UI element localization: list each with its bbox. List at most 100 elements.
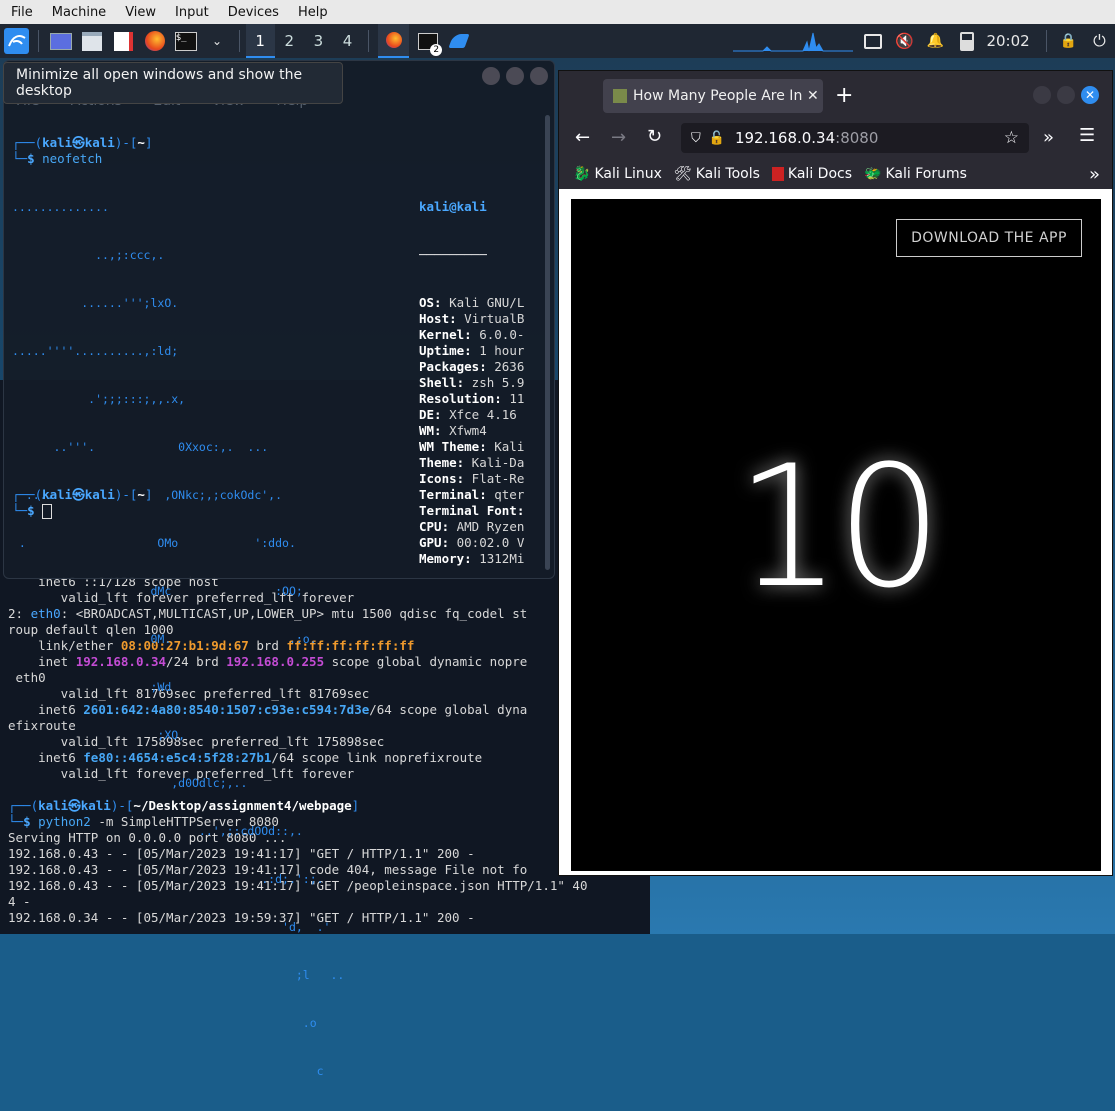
info-row: GPU: 00:02.0 V [419, 535, 549, 551]
url-bar[interactable]: ⛉ 🔓 192.168.0.34:8080 ☆ [681, 123, 1029, 153]
workspace-4[interactable]: 4 [333, 24, 362, 58]
taskbar-firefox-icon[interactable] [377, 24, 410, 58]
info-key: Resolution: [419, 391, 502, 406]
info-key: OS: [419, 295, 442, 310]
kali-docs-icon [771, 167, 784, 181]
overflow-chevron-icon[interactable]: » [1043, 127, 1054, 148]
download-app-button[interactable]: DOWNLOAD THE APP [896, 219, 1082, 257]
info-key: Terminal: [419, 487, 487, 502]
info-row: Uptime: 1 hour [419, 343, 549, 359]
page-viewport: DOWNLOAD THE APP 10 [559, 189, 1112, 875]
command: neofetch [42, 151, 103, 166]
terminal-window-front[interactable]: File Actions Edit View Help ┌──(kali㉿kal… [3, 60, 555, 1078]
file-manager-icon[interactable] [79, 28, 104, 54]
terminal-icon[interactable]: $_ [173, 28, 198, 54]
top-panel: $_ ⌄ 1 2 3 4 2 🔇 🔔 20:02 🔒 ⏻ [0, 24, 1115, 58]
notification-bell-icon[interactable]: 🔔 [923, 28, 948, 54]
info-value: VirtualB [456, 311, 525, 326]
minimize-button[interactable] [482, 67, 500, 85]
clock[interactable]: 20:02 [986, 32, 1029, 50]
workspace-3[interactable]: 3 [304, 24, 333, 58]
chevron-down-icon[interactable]: ⌄ [204, 28, 229, 54]
firefox-icon[interactable] [142, 28, 167, 54]
browser-tab[interactable]: How Many People Are In S ✕ [603, 79, 823, 113]
forward-button[interactable]: → [611, 127, 626, 148]
back-button[interactable]: ← [575, 127, 590, 148]
info-value: 6.0.0- [471, 327, 525, 342]
app-icon[interactable] [446, 28, 471, 54]
maximize-button[interactable] [1057, 86, 1075, 104]
shield-icon: ⛉ [691, 130, 701, 146]
menu-file[interactable]: File [0, 5, 41, 20]
text: /64 scope global dyna [369, 702, 528, 717]
logo-line: 'd, .' [12, 920, 331, 934]
logo-line: 0M. .:o. [12, 632, 317, 646]
bookmark-star-icon[interactable]: ☆ [1004, 128, 1019, 148]
info-value: Flat-Re [464, 471, 525, 486]
workspace-1[interactable]: 1 [245, 24, 275, 58]
info-value: zsh 5.9 [464, 375, 525, 390]
url-host: 192.168.0.34 [734, 129, 836, 147]
info-value: 2636 [486, 359, 525, 374]
text-editor-icon[interactable] [111, 28, 136, 54]
info-value: Kali [486, 439, 525, 454]
display-icon[interactable] [861, 28, 886, 54]
info-key: Memory: [419, 551, 472, 566]
minimize-button[interactable] [1033, 86, 1051, 104]
menu-input[interactable]: Input [164, 5, 217, 20]
info-row: Kernel: 6.0.0- [419, 327, 549, 343]
bookmark-kali-docs[interactable]: Kali Docs [788, 166, 852, 182]
info-row: WM: Xfwm4 [419, 423, 549, 439]
logo-line: ;l .. [12, 968, 345, 982]
host-menubar: File Machine View Input Devices Help [0, 0, 1115, 25]
bookmark-kali-forums[interactable]: Kali Forums [885, 166, 966, 182]
new-tab-button[interactable]: + [835, 83, 853, 108]
close-button[interactable] [530, 67, 548, 85]
info-row: Memory: 1312Mi [419, 551, 549, 567]
menu-devices[interactable]: Devices [217, 5, 287, 20]
taskbar-terminal-icon[interactable]: 2 [415, 28, 443, 56]
kali-menu-icon[interactable] [4, 28, 30, 54]
terminal-count-badge: 2 [430, 44, 443, 56]
info-key: GPU: [419, 535, 450, 550]
info-key: Uptime: [419, 343, 472, 358]
menu-view[interactable]: View [114, 5, 164, 20]
show-desktop-icon[interactable] [48, 28, 73, 54]
menu-help[interactable]: Help [287, 5, 336, 20]
maximize-button[interactable] [506, 67, 524, 85]
info-list: OS: Kali GNU/L Host: VirtualB Kernel: 6.0.… [419, 295, 549, 567]
volume-muted-icon[interactable]: 🔇 [892, 28, 917, 54]
info-value: Kali GNU/L [441, 295, 525, 310]
info-row: Terminal Font: [419, 503, 549, 519]
menu-hamburger-icon[interactable]: ☰ [1079, 125, 1095, 146]
info-key: Packages: [419, 359, 487, 374]
battery-icon[interactable] [954, 28, 979, 54]
bookmark-kali-linux[interactable]: Kali Linux [594, 166, 661, 182]
info-value: qter [486, 487, 525, 502]
kali-forums-icon: 🐲 [864, 166, 882, 182]
reload-button[interactable]: ↻ [647, 126, 662, 147]
workspace-2[interactable]: 2 [275, 24, 304, 58]
info-value: Xfwm4 [441, 423, 487, 438]
lock-icon[interactable]: 🔒 [1056, 28, 1081, 54]
bookmark-kali-tools[interactable]: Kali Tools [696, 166, 760, 182]
prompt-dir: ~ [137, 135, 145, 150]
logout-icon[interactable]: ⏻ [1087, 28, 1112, 54]
command-line: └─$ [12, 503, 53, 519]
text: scope global dynamic nopre [324, 654, 528, 669]
info-key: CPU: [419, 519, 450, 534]
user-host: kali@kali [419, 199, 487, 214]
info-key: Kernel: [419, 327, 472, 342]
scrollbar[interactable] [545, 115, 550, 570]
close-button[interactable]: ✕ [1081, 86, 1099, 104]
logo-line: ..,;:ccc,. [12, 248, 165, 262]
close-tab-icon[interactable]: ✕ [807, 88, 819, 104]
bookmarks-overflow-icon[interactable]: » [1089, 164, 1100, 185]
logo-line: . OMo ':ddo. [12, 536, 296, 550]
neofetch-info: kali@kali ───────── OS: Kali GNU/L Host: … [419, 167, 549, 599]
menu-machine[interactable]: Machine [41, 5, 114, 20]
prompt-user: kali [42, 135, 73, 150]
info-value: AMD Ryzen [449, 519, 525, 534]
url-port: :8080 [835, 129, 879, 147]
firefox-window[interactable]: How Many People Are In S ✕ + ✕ ← → ↻ ⛉ 🔓… [558, 70, 1113, 876]
